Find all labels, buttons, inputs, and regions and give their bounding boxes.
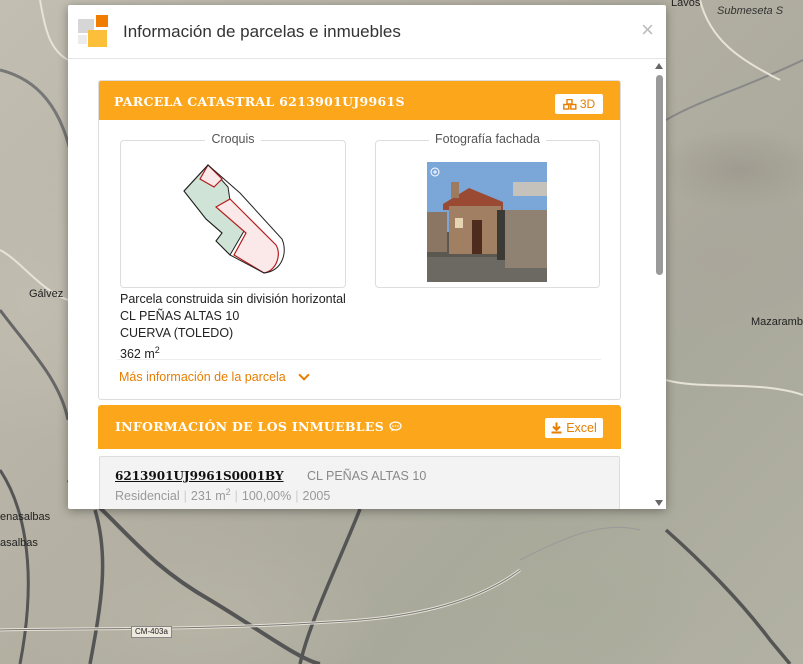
parcel-address: CL PEÑAS ALTAS 10 [120,309,240,323]
more-parcel-info-label: Más información de la parcela [119,370,286,384]
property-row[interactable]: 6213901UJ9961S0001BY CL PEÑAS ALTAS 10 R… [99,456,620,509]
close-icon[interactable]: × [641,19,654,41]
parcel-municipality: CUERVA (TOLEDO) [120,326,234,340]
parcel-details: Parcela construida sin división horizont… [120,291,346,363]
property-year: 2005 [302,489,331,504]
property-percent: 100,00% [241,489,292,504]
divider [117,359,601,360]
property-address: CL PEÑAS ALTAS 10 [307,469,427,483]
parcel-panel: PARCELA CATASTRAL 6213901UJ9961S 3D Croq… [98,80,621,400]
facade-photo-card[interactable]: Fotografía fachada [375,132,600,288]
facade-photo-label: Fotografía fachada [429,132,546,146]
scroll-down-icon[interactable] [655,500,663,506]
view-3d-label: 3D [579,97,596,111]
map-label-menasalbas-1: enasalbas [0,511,51,523]
croquis-label: Croquis [205,132,261,146]
excel-export-button[interactable]: Excel [545,418,603,438]
properties-panel-header: INFORMACIÓN DE LOS INMUEBLES Excel [98,405,621,449]
scroll-thumb[interactable] [656,75,663,275]
map-label-menasalbas-2: asalbas [0,537,38,549]
dialog-body[interactable]: PARCELA CATASTRAL 6213901UJ9961S 3D Croq… [68,60,666,509]
comment-icon [389,421,402,432]
property-meta: Residencial | 231 m2 | 100,00% | 2005 [115,487,331,504]
map-label-lavos: Lavos [671,0,701,9]
map-label-mazarambroz: Mazaramb [751,316,803,328]
property-surface: 231 m [190,489,226,504]
parcel-info-dialog: Información de parcelas e inmuebles × PA… [68,5,666,509]
more-parcel-info-link[interactable]: Más información de la parcela [119,369,310,384]
map-label-submeseta: Submeseta S [717,5,784,17]
property-use: Residencial [115,489,180,504]
download-icon [551,422,562,434]
chevron-down-icon [298,369,310,381]
facade-photo-image[interactable] [427,162,547,282]
croquis-card[interactable]: Croquis [120,132,346,288]
map-label-galvez: Gálvez [29,288,64,300]
cubes-icon [562,98,577,110]
dialog-scrollbar[interactable] [652,60,666,509]
parcel-reference-title: PARCELA CATASTRAL 6213901UJ9961S [114,94,405,109]
scroll-up-icon[interactable] [655,63,663,69]
parcel-panel-header: PARCELA CATASTRAL 6213901UJ9961S 3D [99,81,620,120]
view-3d-button[interactable]: 3D [555,94,603,114]
properties-title: INFORMACIÓN DE LOS INMUEBLES [115,419,385,434]
excel-export-label: Excel [566,421,597,435]
road-shield-cm403a: CM-403a [131,626,172,638]
dialog-header: Información de parcelas e inmuebles × [68,5,666,59]
catastro-logo-icon [78,15,110,49]
property-reference-link[interactable]: 6213901UJ9961S0001BY [115,469,284,483]
parcel-sketch-image [183,164,285,274]
parcel-type: Parcela construida sin división horizont… [120,292,346,306]
dialog-title: Información de parcelas e inmuebles [123,22,401,41]
